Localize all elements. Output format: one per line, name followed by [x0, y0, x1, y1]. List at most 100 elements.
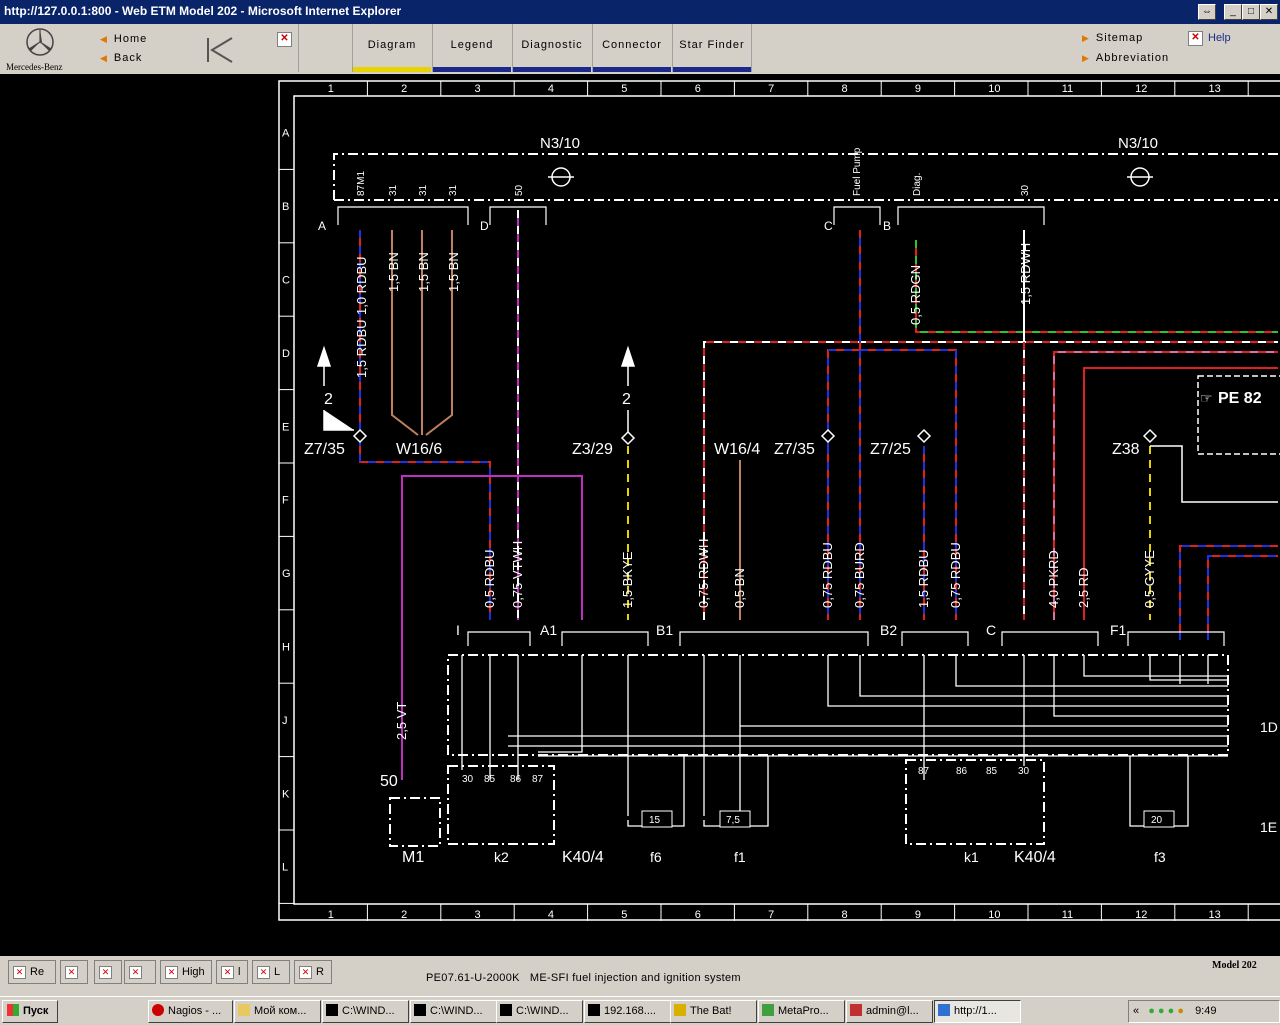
wire-label-0-5-rdgn: 0,5 RDGN: [908, 265, 923, 325]
taskbar-item-6[interactable]: 192.168....: [584, 1000, 671, 1023]
tab-diagnostic[interactable]: Diagnostic: [512, 24, 591, 72]
wire-label-1-0-rdbu: 1,0 RDBU: [354, 256, 369, 315]
ref-label-1e: 1E: [1260, 819, 1277, 835]
wire-label-1-5-rdbu: 1,5 RDBU: [354, 319, 369, 378]
relay-pin-86-a: 86: [510, 774, 522, 785]
pin-31-b: 31: [418, 184, 429, 196]
grid-col-label: 6: [695, 83, 701, 95]
console-icon: [414, 1004, 426, 1016]
grid-col-label: 6: [695, 909, 701, 921]
back-link[interactable]: ◀ Back: [100, 52, 142, 64]
wire-label-0-75-burd: 0,75 BURD: [852, 542, 867, 608]
help-link[interactable]: Help: [1208, 32, 1231, 44]
status-button-6[interactable]: ✕ l: [216, 960, 248, 984]
grid-col-label: 9: [915, 909, 921, 921]
status-button-8[interactable]: ✕ R: [294, 960, 332, 984]
connector-f1: F1: [1110, 622, 1127, 638]
help-close-icon[interactable]: ✕: [1188, 31, 1203, 46]
tray-antivirus-icon[interactable]: ●: [1168, 1005, 1175, 1017]
taskbar-item-10[interactable]: http://1...: [934, 1000, 1021, 1023]
wire-label-1-5-bn-a: 1,5 BN: [386, 252, 401, 292]
status-button-4[interactable]: ✕: [124, 960, 156, 984]
tray-network-icon[interactable]: ●: [1148, 1005, 1155, 1017]
status-button-7[interactable]: ✕ L: [252, 960, 290, 984]
connector-b: B: [883, 219, 891, 233]
wire-label-1-5-rdwh: 1,5 RDWH: [1018, 243, 1033, 305]
console-icon: [588, 1004, 600, 1016]
taskbar-item-9[interactable]: admin@l...: [846, 1000, 933, 1023]
taskbar-item-3[interactable]: C:\WIND...: [322, 1000, 409, 1023]
mail-icon: [850, 1004, 862, 1016]
start-button[interactable]: Пуск: [2, 1000, 58, 1023]
grid-row-label: E: [282, 421, 289, 433]
tray-app-icon[interactable]: ●: [1177, 1005, 1184, 1017]
grid-col-label: 11: [1062, 83, 1073, 95]
home-link[interactable]: ◀ Home: [100, 33, 147, 45]
arrow-label-2-left: 2: [324, 391, 333, 408]
ref-label-1d: 1D: [1260, 719, 1278, 735]
wire-label-0-75-rdwh: 0,75 RDWH: [696, 539, 711, 608]
pin-fuel-pump: Fuel Pump: [852, 147, 863, 196]
top-navigation: Mercedes-Benz ◀ Home ◀ Back ✕ Diagram Lege…: [0, 24, 1280, 74]
wire-label-1-5-bkye: 1,5 BKYE: [620, 551, 635, 608]
restore-icon[interactable]: ⇔: [1198, 4, 1216, 20]
maximize-button[interactable]: □: [1242, 4, 1260, 20]
taskbar-item-8[interactable]: MetaPro...: [758, 1000, 845, 1023]
connector-c: C: [824, 219, 833, 233]
n310-right-label: N3/10: [1118, 135, 1158, 152]
close-icon: ✕: [65, 965, 78, 979]
status-row: ✕ Re ✕ ✕ ✕ ✕ High ✕ l ✕ L ✕ R PE07.61-U-2000K…: [0, 956, 1280, 996]
close-button[interactable]: ✕: [1260, 4, 1278, 20]
status-button-3[interactable]: ✕: [94, 960, 122, 984]
grid-row-label: L: [282, 862, 288, 874]
grid-col-label: 3: [475, 83, 481, 95]
tab-legend[interactable]: Legend: [432, 24, 511, 72]
pe-reference-label[interactable]: PE 82: [1218, 390, 1262, 407]
close-frame-icon[interactable]: ✕: [277, 32, 292, 47]
m1-label: M1: [402, 849, 424, 866]
abbreviation-link[interactable]: ▶ Abbreviation: [1082, 52, 1169, 64]
pin-87m1: 87M1: [356, 171, 367, 196]
connector-i: I: [456, 622, 460, 638]
grid-row-label: G: [282, 568, 291, 580]
minimize-button[interactable]: _: [1224, 4, 1242, 20]
tray-expand-icon[interactable]: «: [1133, 1005, 1139, 1017]
grid-col-label: 12: [1135, 909, 1147, 921]
document-title: ME-SFI fuel injection and ignition syste…: [529, 972, 741, 984]
wire-label-1-5-bn-c: 1,5 BN: [446, 252, 461, 292]
tray-globe-icon[interactable]: ●: [1158, 1005, 1165, 1017]
grid-col-label: 10: [988, 83, 1000, 95]
close-icon: ✕: [129, 965, 142, 979]
grid-row-label: B: [282, 201, 289, 213]
relay-pin-87-a: 87: [532, 774, 544, 785]
grid-col-label: 9: [915, 83, 921, 95]
taskbar-item-1[interactable]: Nagios - ...: [148, 1000, 233, 1023]
status-button-2[interactable]: ✕: [60, 960, 88, 984]
status-button-1[interactable]: ✕ Re: [8, 960, 56, 984]
taskbar-item-5[interactable]: C:\WIND...: [496, 1000, 583, 1023]
f3-label: f3: [1154, 849, 1166, 865]
close-icon: ✕: [165, 965, 178, 979]
connector-a: A: [318, 219, 326, 233]
title-bar: http://127.0.0.1:800 - Web ETM Model 202…: [0, 0, 1280, 24]
z725-label: Z7/25: [870, 441, 911, 458]
console-icon: [326, 1004, 338, 1016]
tab-star-finder[interactable]: Star Finder: [672, 24, 752, 72]
console-icon: [500, 1004, 512, 1016]
taskbar-item-4[interactable]: C:\WIND...: [410, 1000, 497, 1023]
taskbar-item-2[interactable]: Мой ком...: [234, 1000, 321, 1023]
taskbar-item-7[interactable]: The Bat!: [670, 1000, 757, 1023]
tab-connector[interactable]: Connector: [592, 24, 671, 72]
fuse-15: 15: [649, 815, 661, 826]
grid-col-label: 12: [1135, 83, 1147, 95]
grid-col-label: 2: [401, 909, 407, 921]
status-button-5[interactable]: ✕ High: [160, 960, 212, 984]
first-page-icon[interactable]: [204, 36, 236, 64]
tab-diagram[interactable]: Diagram: [352, 24, 431, 72]
metaproducts-icon: [762, 1004, 774, 1016]
wire-label-2-5-vt: 2,5 VT: [394, 702, 409, 740]
sitemap-link[interactable]: ▶ Sitemap: [1082, 32, 1143, 44]
triangle-right-icon: ▶: [1082, 53, 1090, 63]
grid-row-label: F: [282, 495, 289, 507]
wire-label-4-0-pkrd: 4,0 PKRD: [1046, 550, 1061, 608]
